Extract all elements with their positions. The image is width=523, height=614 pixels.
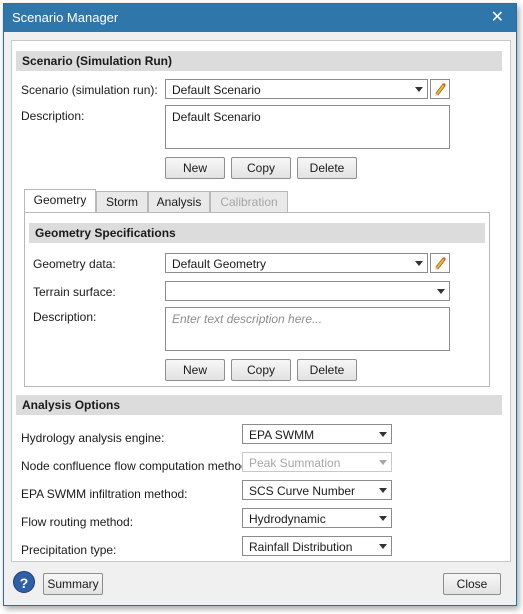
scenario-new-button[interactable]: New <box>165 157 225 179</box>
terrain-surface-dropdown[interactable] <box>165 281 450 301</box>
scenario-description-field[interactable]: Default Scenario <box>165 105 450 149</box>
tab-geometry[interactable]: Geometry <box>24 189 96 213</box>
infiltration-method-value: SCS Curve Number <box>249 484 356 498</box>
geometry-copy-button[interactable]: Copy <box>231 359 291 381</box>
hydrology-engine-label: Hydrology analysis engine: <box>21 431 165 445</box>
tab-storm[interactable]: Storm <box>96 191 148 213</box>
pencil-icon <box>435 83 446 96</box>
title-bar[interactable]: Scenario Manager ✕ <box>4 4 516 32</box>
edit-geometry-button[interactable] <box>430 253 450 273</box>
scenario-manager-window: Scenario Manager ✕ Scenario (Simulation … <box>3 3 517 606</box>
flow-routing-value: Hydrodynamic <box>249 512 326 526</box>
precipitation-type-label: Precipitation type: <box>21 543 117 557</box>
chevron-down-icon <box>379 544 387 549</box>
chevron-down-icon <box>437 289 445 294</box>
chevron-down-icon <box>415 87 423 92</box>
chevron-down-icon <box>379 488 387 493</box>
tab-calibration: Calibration <box>210 191 288 213</box>
geometry-section-header: Geometry Specifications <box>29 223 485 243</box>
scenario-label: Scenario (simulation run): <box>21 83 158 97</box>
pencil-icon <box>435 257 446 270</box>
scenario-description-text: Default Scenario <box>172 110 261 124</box>
infiltration-method-label: EPA SWMM infiltration method: <box>21 487 188 501</box>
dialog-body: Scenario (Simulation Run) Scenario (simu… <box>11 40 511 562</box>
geometry-description-field[interactable]: Enter text description here... <box>165 307 450 351</box>
hydrology-engine-dropdown[interactable]: EPA SWMM <box>242 424 392 444</box>
chevron-down-icon <box>415 261 423 266</box>
chevron-down-icon <box>379 460 387 465</box>
geometry-data-dropdown[interactable]: Default Geometry <box>165 253 428 273</box>
node-confluence-label: Node confluence flow computation method: <box>21 459 252 473</box>
geometry-description-label: Description: <box>33 310 97 324</box>
chevron-down-icon <box>379 516 387 521</box>
dialog-footer: ? Summary Close <box>4 564 516 605</box>
flow-routing-dropdown[interactable]: Hydrodynamic <box>242 508 392 528</box>
window-title: Scenario Manager <box>12 10 119 25</box>
tab-analysis[interactable]: Analysis <box>148 191 210 213</box>
scenario-delete-button[interactable]: Delete <box>297 157 357 179</box>
edit-scenario-button[interactable] <box>430 79 450 99</box>
scenario-section-header: Scenario (Simulation Run) <box>16 51 502 71</box>
geometry-data-label: Geometry data: <box>33 257 116 271</box>
chevron-down-icon <box>379 432 387 437</box>
scenario-dropdown[interactable]: Default Scenario <box>165 79 428 99</box>
precipitation-type-value: Rainfall Distribution <box>249 540 353 554</box>
scenario-copy-button[interactable]: Copy <box>231 157 291 179</box>
geometry-description-placeholder: Enter text description here... <box>172 312 323 326</box>
node-confluence-value: Peak Summation <box>249 456 341 470</box>
geometry-tab-pane: Geometry Specifications Geometry data: D… <box>24 212 490 387</box>
geometry-delete-button[interactable]: Delete <box>297 359 357 381</box>
summary-button[interactable]: Summary <box>43 573 103 595</box>
terrain-surface-label: Terrain surface: <box>33 285 116 299</box>
scenario-value: Default Scenario <box>172 83 261 97</box>
help-icon[interactable]: ? <box>13 571 35 593</box>
geometry-data-value: Default Geometry <box>172 257 267 271</box>
close-button[interactable]: Close <box>443 573 501 595</box>
analysis-options-header: Analysis Options <box>16 395 502 415</box>
close-icon[interactable]: ✕ <box>491 7 504 27</box>
geometry-new-button[interactable]: New <box>165 359 225 381</box>
hydrology-engine-value: EPA SWMM <box>249 428 315 442</box>
scenario-description-label: Description: <box>21 109 85 123</box>
infiltration-method-dropdown[interactable]: SCS Curve Number <box>242 480 392 500</box>
precipitation-type-dropdown[interactable]: Rainfall Distribution <box>242 536 392 556</box>
node-confluence-dropdown: Peak Summation <box>242 452 392 472</box>
flow-routing-label: Flow routing method: <box>21 515 134 529</box>
